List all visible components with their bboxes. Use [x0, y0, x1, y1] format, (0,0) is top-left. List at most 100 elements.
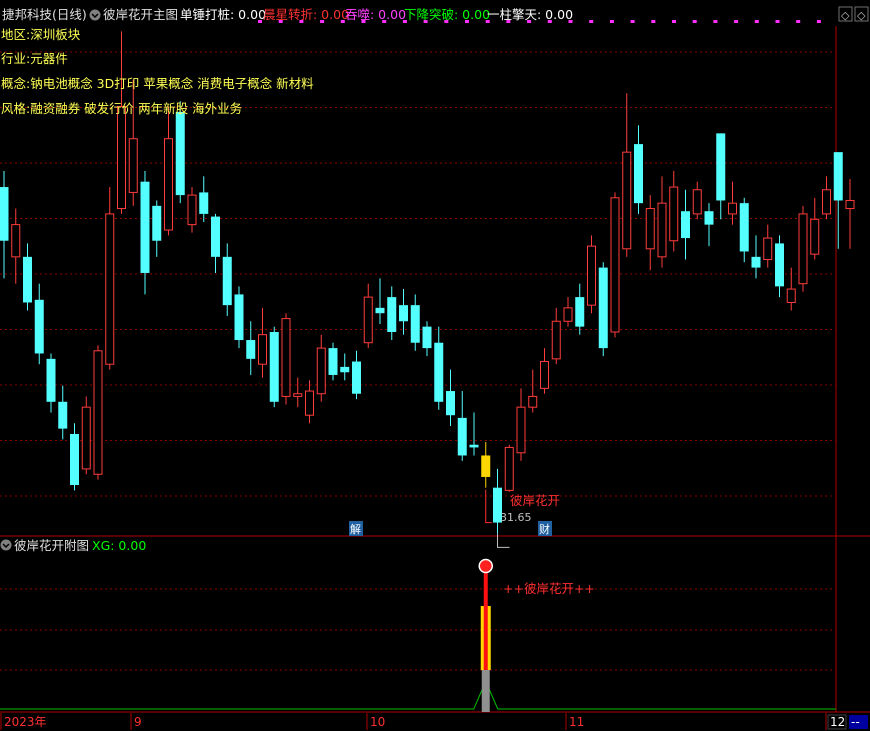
candle: [175, 101, 185, 204]
signal-dot: [609, 20, 614, 23]
candle-body: [23, 256, 32, 303]
candle-body: [469, 444, 479, 448]
candle-body: [716, 133, 726, 201]
candle-body: [258, 334, 267, 365]
candle-body: [798, 213, 808, 285]
signal-dot: [672, 20, 676, 23]
low-price-label: 31.65: [500, 511, 532, 524]
candle-body: [751, 256, 761, 268]
candle-body: [457, 417, 467, 456]
window-control-icon[interactable]: ◇: [838, 6, 853, 22]
candle-body: [822, 189, 831, 215]
candle-body: [399, 305, 408, 322]
xg-value: XG: 0.00: [92, 538, 146, 553]
candle-body: [763, 237, 773, 261]
indicator-title: 彼岸花开主图: [103, 7, 178, 22]
candle-body: [363, 296, 373, 344]
candle-body: [199, 192, 209, 214]
candle-body: [58, 401, 68, 429]
signal-dot: [734, 20, 739, 23]
candle-body: [81, 406, 91, 470]
candle: [598, 262, 608, 357]
candle-body: [175, 111, 185, 196]
window-control-icon[interactable]: ◇: [854, 6, 869, 22]
candle-body: [563, 307, 573, 322]
signal-dot: [775, 20, 780, 23]
candle-body: [728, 202, 737, 215]
candle-body: [540, 361, 549, 389]
candle-body: [70, 434, 79, 485]
candle: [504, 444, 514, 492]
candle-body: [222, 256, 232, 306]
chart-canvas: 捷邦科技(日线) 彼岸花开主图 单锤打桩: 0.00 晨星转折: 0.00 吞噬…: [0, 0, 870, 731]
event-tag-finance[interactable]: 财: [538, 521, 552, 536]
candle-body: [786, 288, 796, 303]
sub-panel-title: 彼岸花开附图: [14, 538, 89, 553]
candle-body: [293, 393, 303, 397]
candle: [798, 205, 808, 292]
candle-body: [528, 395, 538, 408]
info-industry: 行业:元器件: [1, 51, 68, 66]
candle-body: [46, 358, 56, 402]
candle-body: [645, 208, 655, 250]
candle-body: [34, 299, 44, 354]
candle-body: [328, 348, 338, 375]
candle-body: [375, 307, 385, 314]
candle-body: [704, 211, 714, 225]
x-tick-label: 12: [830, 715, 845, 729]
svg-text:解: 解: [350, 522, 361, 536]
candle-body: [692, 189, 702, 215]
candle-body: [305, 390, 314, 416]
candle-body: [340, 366, 350, 373]
candle-body: [11, 224, 21, 258]
candle-body: [352, 361, 361, 394]
candle-body: [187, 194, 197, 226]
candle: [105, 187, 115, 370]
candle-body: [504, 446, 514, 491]
sub-indicator-selector-icon[interactable]: [0, 539, 12, 551]
indicator-selector-icon[interactable]: [89, 9, 101, 21]
candle-body: [234, 294, 244, 341]
candle-body: [669, 186, 679, 242]
header-item-morning-star: 晨星转折: 0.00: [263, 7, 349, 22]
signal-dot: [589, 20, 594, 23]
candle-body: [575, 297, 585, 327]
candle-body: [93, 350, 103, 475]
x-tick-label: 9: [134, 715, 142, 729]
candle-body: [410, 305, 420, 343]
candle-body: [128, 138, 138, 193]
candle: [281, 313, 291, 405]
candle: [587, 235, 596, 314]
candle-body: [0, 187, 9, 241]
signal-dot: [754, 20, 759, 23]
candle-body: [551, 320, 561, 360]
x-axis-corner-label: --: [851, 715, 860, 729]
candle-body: [610, 197, 620, 333]
candle: [328, 342, 338, 381]
candle-body: [211, 216, 220, 257]
signal-bar-red: [483, 570, 488, 670]
candle-body: [446, 391, 455, 416]
candle-body: [634, 144, 643, 204]
candle-body: [845, 199, 855, 210]
candle-body: [516, 406, 526, 454]
candle-body: [387, 297, 397, 332]
signal-dot: [692, 20, 697, 23]
candle-body: [810, 218, 820, 255]
signal-dot: [816, 20, 821, 23]
header-item-engulf: 吞噬: 0.00: [345, 7, 406, 22]
candle-body: [622, 151, 632, 250]
sub-signal-label: ++彼岸花开++: [503, 581, 595, 596]
signal-label: 彼岸花开: [510, 493, 560, 508]
event-tag-unlock[interactable]: 解: [349, 521, 363, 536]
svg-text:◇: ◇: [857, 9, 866, 22]
candle-body: [105, 213, 115, 365]
x-tick-label: 10: [370, 715, 385, 729]
svg-text:◇: ◇: [841, 9, 850, 22]
signal-dot: [796, 20, 801, 23]
candle-body: [598, 267, 608, 349]
candle-body: [152, 205, 162, 241]
signal-dot: [630, 20, 635, 23]
info-concepts: 概念:钠电池概念 3D打印 苹果概念 消费电子概念 新材料: [1, 76, 314, 91]
info-region: 地区:深圳板块: [1, 27, 81, 42]
